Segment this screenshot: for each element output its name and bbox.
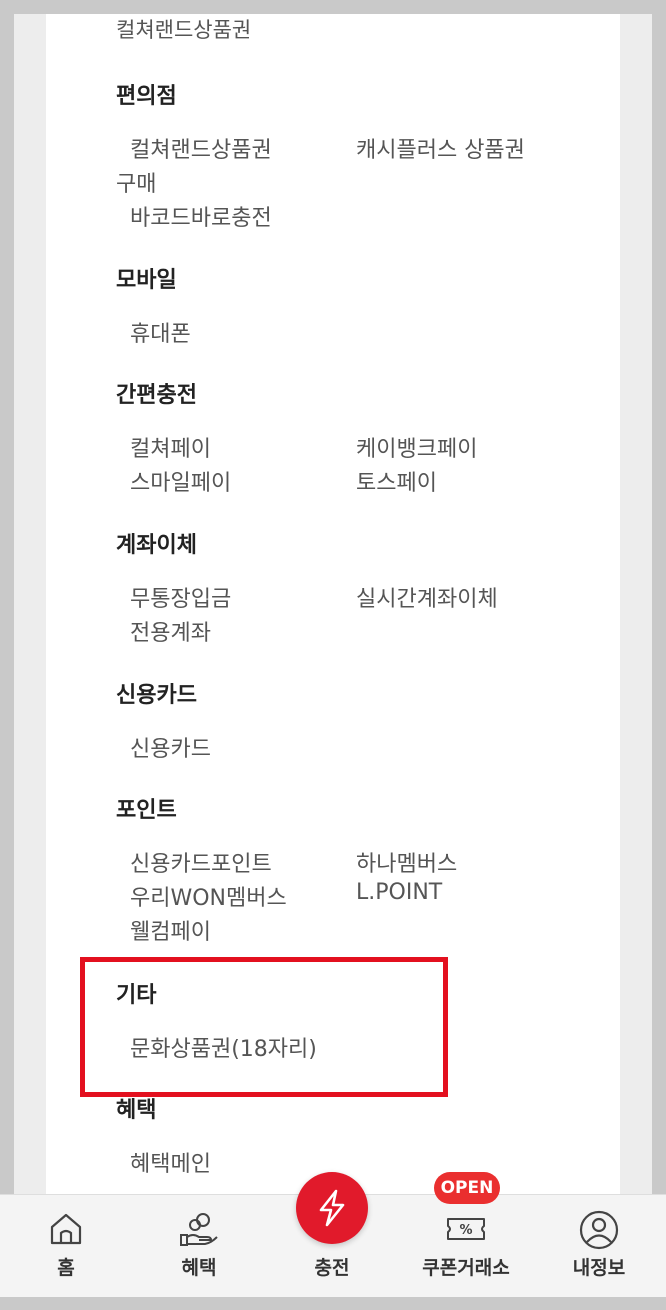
menu-item-hana-members[interactable]: 하나멤버스 xyxy=(356,846,457,878)
svg-text:%: % xyxy=(459,1223,472,1238)
menu-item-phone[interactable]: 휴대폰 xyxy=(130,316,191,348)
open-badge: OPEN xyxy=(434,1172,500,1204)
charge-button[interactable] xyxy=(296,1172,368,1244)
nav-coupon-exchange[interactable]: % 쿠폰거래소 xyxy=(398,1195,534,1297)
section-title-easy-charge: 간편충전 xyxy=(116,383,197,408)
menu-item-toss-pay[interactable]: 토스페이 xyxy=(356,465,437,497)
menu-item-woori-won[interactable]: 우리WON멤버스 xyxy=(130,880,287,912)
profile-icon xyxy=(579,1210,619,1250)
nav-benefit[interactable]: 혜택 xyxy=(139,1195,259,1297)
nav-benefit-label: 혜택 xyxy=(181,1257,217,1279)
menu-item-dedicated-account[interactable]: 전용계좌 xyxy=(130,615,211,647)
menu-item-smile-pay[interactable]: 스마일페이 xyxy=(130,465,231,497)
screen-frame xyxy=(14,14,652,1296)
menu-item-cashplus[interactable]: 캐시플러스 상품권 xyxy=(356,132,525,164)
menu-item-cashplus-buy[interactable]: 구매 xyxy=(116,166,156,198)
benefit-hand-icon xyxy=(180,1213,218,1246)
menu-item-welcome-pay[interactable]: 웰컴페이 xyxy=(130,914,211,946)
nav-coupon-label: 쿠폰거래소 xyxy=(422,1257,510,1279)
menu-item-lpoint[interactable]: L.POINT xyxy=(356,880,442,905)
home-icon xyxy=(50,1213,82,1245)
section-title-credit-card: 신용카드 xyxy=(116,683,197,708)
nav-home[interactable]: 홈 xyxy=(6,1195,126,1297)
menu-item-barcode-charge[interactable]: 바코드바로충전 xyxy=(130,200,272,232)
menu-item-card-point[interactable]: 신용카드포인트 xyxy=(130,846,272,878)
section-title-convenience: 편의점 xyxy=(116,84,177,109)
menu-item-cultureland[interactable]: 컬쳐랜드상품권 xyxy=(130,132,272,164)
menu-item-credit-card[interactable]: 신용카드 xyxy=(130,731,211,763)
lightning-icon xyxy=(319,1189,345,1227)
nav-charge-label: 충전 xyxy=(314,1257,350,1279)
coupon-icon: % xyxy=(447,1218,485,1240)
menu-item-cultureland-top[interactable]: 컬쳐랜드상품권 xyxy=(116,14,251,44)
menu-item-deposit[interactable]: 무통장입금 xyxy=(130,581,231,613)
nav-myinfo[interactable]: 내정보 xyxy=(539,1195,659,1297)
highlight-box xyxy=(80,957,448,1097)
menu-item-realtime-transfer[interactable]: 실시간계좌이체 xyxy=(356,581,498,613)
section-title-point: 포인트 xyxy=(116,798,177,823)
menu-item-kbank-pay[interactable]: 케이뱅크페이 xyxy=(356,431,477,463)
section-title-mobile: 모바일 xyxy=(116,268,177,293)
section-title-bank-transfer: 계좌이체 xyxy=(116,533,197,558)
nav-home-label: 홈 xyxy=(57,1257,75,1279)
menu-item-culture-pay[interactable]: 컬쳐페이 xyxy=(130,431,211,463)
nav-myinfo-label: 내정보 xyxy=(572,1257,626,1279)
menu-item-benefit-main[interactable]: 혜택메인 xyxy=(130,1146,211,1178)
